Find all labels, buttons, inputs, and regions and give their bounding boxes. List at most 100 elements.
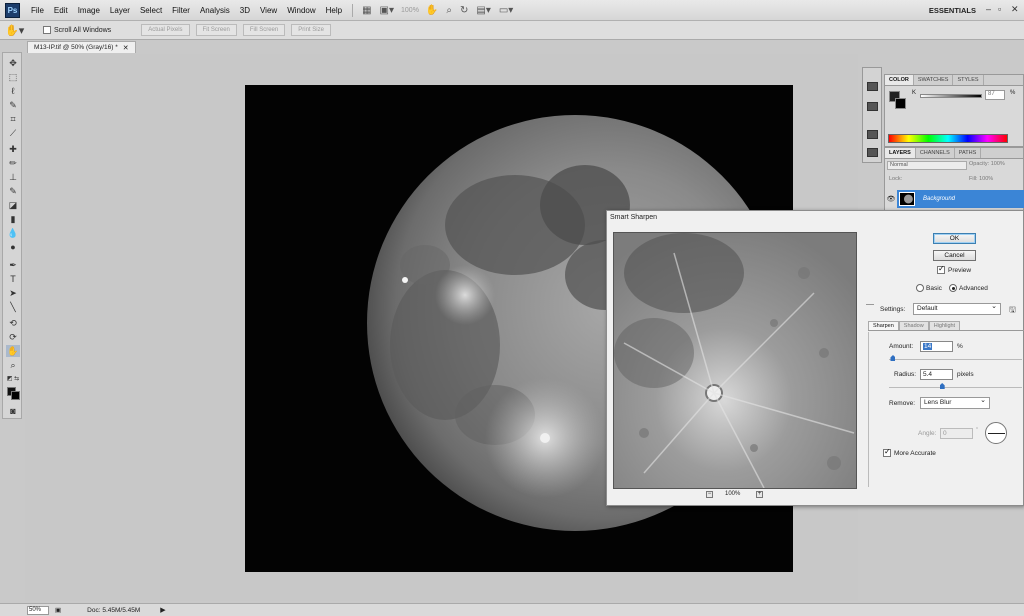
menu-edit[interactable]: Edit [49,6,73,15]
quick-mask-icon[interactable]: ◙ [6,405,20,417]
tab-styles[interactable]: STYLES [953,75,984,85]
tab-channels[interactable]: CHANNELS [916,148,955,158]
color-spectrum-ramp[interactable] [888,134,1008,143]
view-extras-icon[interactable]: ▣▾ [380,5,394,16]
document-tab[interactable]: M13-IP.tif @ 50% (Gray/16) * ✕ [27,41,136,53]
close-icon[interactable]: ✕ [1011,4,1019,15]
default-colors-icon[interactable]: ◩ ⇆ [6,373,20,385]
crop-tool-icon[interactable]: ⌗ [6,113,20,125]
save-settings-icon[interactable]: 🖫 [1009,304,1016,318]
status-zoom-field[interactable]: 50% [27,605,49,615]
move-tool-icon[interactable]: ✥ [6,57,20,69]
preview-zoom-in-button[interactable]: + [756,491,763,498]
brush-tool-icon[interactable]: ✏ [6,157,20,169]
adjustments-panel-icon[interactable] [867,130,878,139]
bridge-icon[interactable]: ▦ [362,5,371,16]
advanced-radio-button[interactable] [949,284,957,292]
blend-mode-select[interactable]: Normal [887,161,967,170]
type-tool-icon[interactable]: T [6,273,20,285]
more-accurate-checkbox-box[interactable] [883,447,891,457]
preview-zoom-out-button[interactable]: − [706,491,713,498]
line-tool-icon[interactable]: ╲ [6,301,20,313]
tab-paths[interactable]: PATHS [955,148,982,158]
path-selection-tool-icon[interactable]: ➤ [6,287,20,299]
filter-preview[interactable] [613,232,857,489]
k-value-input[interactable]: 87 [985,90,1005,100]
workspace-switcher[interactable]: ESSENTIALS [929,6,976,15]
eraser-tool-icon[interactable]: ◪ [6,199,20,211]
lasso-tool-icon[interactable]: ℓ [6,85,20,97]
amount-slider-track[interactable] [889,359,1022,360]
background-color-swatch[interactable] [11,391,20,400]
menu-analysis[interactable]: Analysis [195,6,235,15]
menu-view[interactable]: View [255,6,282,15]
hand-tool-icon[interactable]: ✋ [426,5,438,16]
k-slider[interactable] [920,94,982,98]
3d-rotate-tool-icon[interactable]: ⟲ [6,317,20,329]
tab-highlight[interactable]: Highlight [928,321,961,330]
quick-selection-tool-icon[interactable]: ✎ [6,99,20,111]
close-tab-icon[interactable]: ✕ [123,44,129,52]
menu-select[interactable]: Select [135,6,167,15]
preview-checkbox-box[interactable] [937,264,945,274]
history-brush-tool-icon[interactable]: ✎ [6,185,20,197]
ok-button[interactable]: OK [933,233,976,244]
cancel-button[interactable]: Cancel [933,250,976,261]
layer-row-background[interactable]: 👁 Background [885,190,1024,208]
tab-color[interactable]: COLOR [885,75,914,85]
menu-window[interactable]: Window [282,6,320,15]
print-size-button[interactable]: Print Size [291,24,331,36]
history-panel-icon[interactable] [867,82,878,91]
radius-input[interactable]: 5.4 [920,369,953,380]
tab-sharpen[interactable]: Sharpen [868,321,899,330]
minimize-icon[interactable]: – [986,4,991,14]
arrange-documents-icon[interactable]: ▤▾ [476,5,490,16]
blur-tool-icon[interactable]: 💧 [6,227,20,239]
fit-screen-button[interactable]: Fit Screen [195,24,237,36]
basic-radio-button[interactable] [916,284,924,292]
scroll-all-windows-checkbox[interactable]: Scroll All Windows [43,26,111,34]
fill-screen-button[interactable]: Fill Screen [242,24,286,36]
tab-shadow[interactable]: Shadow [898,321,929,330]
clone-stamp-tool-icon[interactable]: ⊥ [6,171,20,183]
masks-panel-icon[interactable] [867,148,878,157]
zoom-tool-icon[interactable]: ⌕ [6,359,20,371]
opacity-field[interactable]: Opacity: 100% [969,161,1005,167]
status-info-icon[interactable]: ▣ [55,606,61,614]
menu-3d[interactable]: 3D [235,6,255,15]
panel-background-swatch[interactable] [895,98,906,109]
tab-swatches[interactable]: SWATCHES [914,75,954,85]
fill-field[interactable]: Fill: 100% [969,176,993,182]
gradient-tool-icon[interactable]: ▮ [6,213,20,225]
zoom-level[interactable]: 100% [401,7,419,14]
3d-orbit-tool-icon[interactable]: ⟳ [6,331,20,343]
actual-pixels-button[interactable]: Actual Pixels [141,24,190,36]
menu-image[interactable]: Image [73,6,105,15]
pen-tool-icon[interactable]: ✒ [6,259,20,271]
hand-tool-icon[interactable]: ✋ [6,345,20,357]
eyedropper-tool-icon[interactable]: ⟋ [6,127,20,139]
actions-panel-icon[interactable] [867,102,878,111]
zoom-tool-icon[interactable]: ⌕ [446,5,452,16]
healing-brush-tool-icon[interactable]: ✚ [6,143,20,155]
more-accurate-checkbox[interactable]: More Accurate [883,447,936,457]
maximize-icon[interactable]: ▫ [998,4,1001,14]
remove-select[interactable]: Lens Blur [920,396,990,409]
eye-icon[interactable]: 👁 [885,190,897,208]
dodge-tool-icon[interactable]: ● [6,241,20,253]
menu-layer[interactable]: Layer [105,6,135,15]
hand-tool-preset-icon[interactable]: ✋▾ [5,22,35,38]
settings-select[interactable]: Default [913,302,1001,315]
screen-mode-icon[interactable]: ▭▾ [499,5,513,16]
advanced-radio[interactable]: Advanced [949,284,988,292]
menu-file[interactable]: File [26,6,49,15]
checkbox-box[interactable] [43,26,51,34]
menu-help[interactable]: Help [321,6,347,15]
amount-input[interactable]: 14 [920,341,953,352]
radius-slider-track[interactable] [889,387,1022,388]
rotate-view-icon[interactable]: ↻ [460,5,468,16]
marquee-tool-icon[interactable]: ⬚ [6,71,20,83]
preview-checkbox[interactable]: Preview [937,264,971,274]
basic-radio[interactable]: Basic [916,284,942,292]
menu-filter[interactable]: Filter [167,6,195,15]
